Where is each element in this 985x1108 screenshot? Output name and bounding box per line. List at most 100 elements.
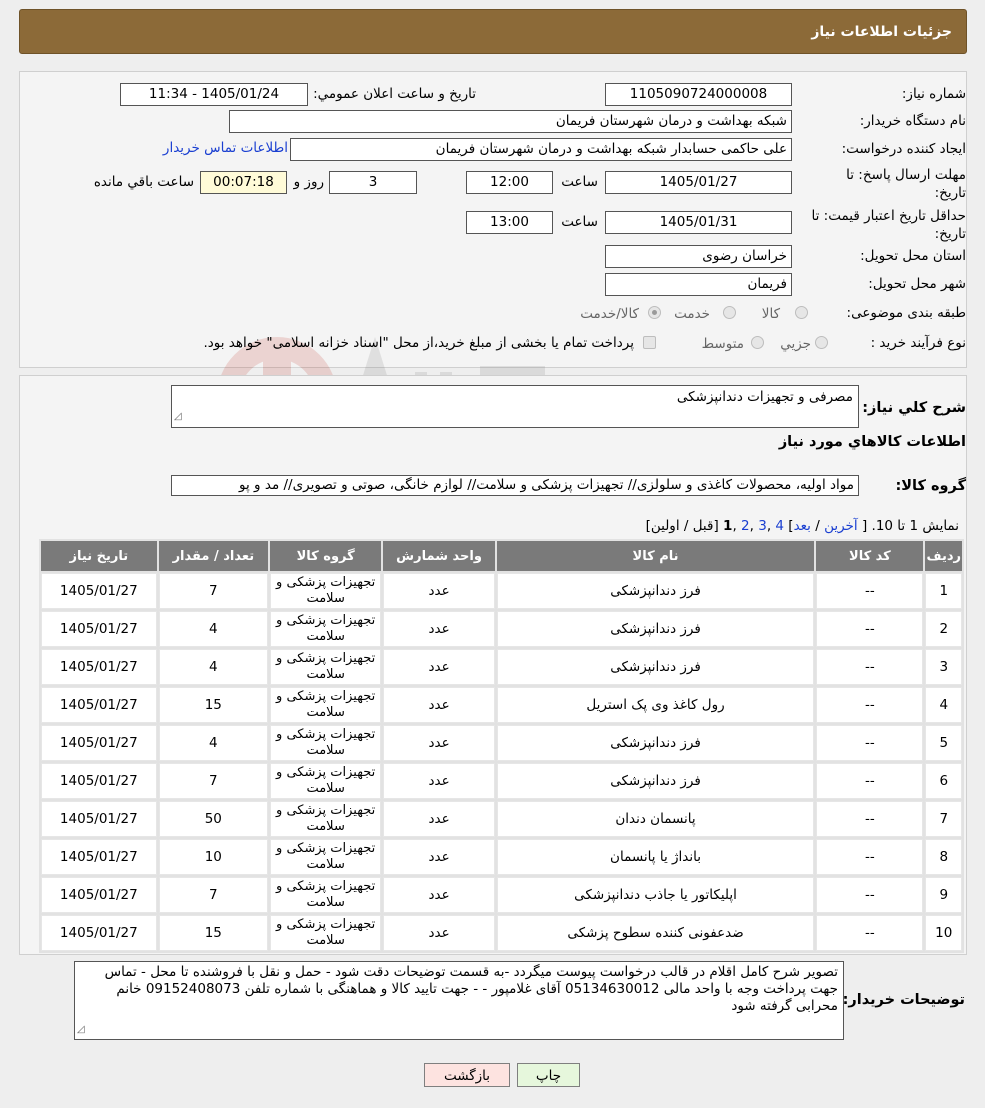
cell-date: 1405/01/27 bbox=[41, 725, 157, 761]
cell-row: 6 bbox=[925, 763, 962, 799]
cell-name: اپلیکاتور یا جاذب دندانپزشکی bbox=[496, 877, 815, 913]
validity-time-label: ساعت bbox=[561, 214, 598, 230]
summary-text: مصرفی و تجهیزات دندانپزشکی bbox=[676, 389, 853, 405]
items-table-header: رديف کد کالا نام کالا واحد شمارش گروه کا… bbox=[41, 541, 962, 571]
cell-code: -- bbox=[816, 725, 924, 761]
validity-date-field: 1405/01/31 bbox=[605, 211, 792, 234]
cell-qty: 15 bbox=[158, 687, 268, 723]
cell-date: 1405/01/27 bbox=[41, 839, 157, 875]
cell-unit: عدد bbox=[383, 611, 495, 647]
pager-open-bracket: [ bbox=[861, 518, 868, 534]
cell-date: 1405/01/27 bbox=[41, 877, 157, 913]
cell-code: -- bbox=[816, 839, 924, 875]
cell-date: 1405/01/27 bbox=[41, 649, 157, 685]
buyer-contact-link[interactable]: اطلاعات تماس خريدار bbox=[163, 140, 288, 156]
items-table-body: 1 -- فرز دندانپزشکی عدد تجهیزات پزشکی و سلام… bbox=[41, 573, 962, 951]
process-note: پرداخت تمام يا بخشی از مبلغ خريد،از محل … bbox=[203, 335, 634, 351]
print-button[interactable]: چاپ bbox=[517, 1063, 580, 1087]
resize-grip-icon: ◿ bbox=[77, 1024, 85, 1035]
cell-code: -- bbox=[816, 611, 924, 647]
category-service-label: خدمت bbox=[674, 306, 710, 322]
cell-qty: 7 bbox=[158, 877, 268, 913]
deadline-time-label: ساعت bbox=[561, 174, 598, 190]
buyer-notes-text: تصویر شرح کامل اقلام در قالب درخواست پیو… bbox=[104, 964, 838, 1014]
cell-qty: 7 bbox=[158, 573, 268, 609]
cell-row: 4 bbox=[925, 687, 962, 723]
cell-unit: عدد bbox=[383, 877, 495, 913]
cell-qty: 10 bbox=[158, 839, 268, 875]
cell-name: ضدعفونی کننده سطوح پزشکی bbox=[496, 915, 815, 951]
deadline-label: مهلت ارسال پاسخ: تا تاريخ: bbox=[818, 166, 966, 202]
validity-label-line1: حداقل تاريخ اعتبار قيمت: تا bbox=[811, 208, 966, 224]
back-button[interactable]: بازگشت bbox=[424, 1063, 510, 1087]
table-row: 2 -- فرز دندانپزشکی عدد تجهیزات پزشکی و سلام… bbox=[41, 611, 962, 647]
need-number-field: 1105090724000008 bbox=[605, 83, 792, 106]
buyer-field: شبکه بهداشت و درمان شهرستان فریمان bbox=[229, 110, 792, 133]
cell-group: تجهیزات پزشکی و سلامت bbox=[269, 877, 382, 913]
remaining-label: ساعت باقي مانده bbox=[93, 174, 194, 190]
cell-group: تجهیزات پزشکی و سلامت bbox=[269, 763, 382, 799]
province-field: خراسان رضوی bbox=[605, 245, 792, 268]
category-label: طبقه بندی موضوعی: bbox=[846, 305, 966, 321]
validity-label-line2: تاريخ: bbox=[934, 226, 966, 242]
category-goods-radio[interactable] bbox=[795, 306, 808, 319]
cell-group: تجهیزات پزشکی و سلامت bbox=[269, 915, 382, 951]
table-row: 10 -- ضدعفونی کننده سطوح پزشکی عدد تجهیزات پ… bbox=[41, 915, 962, 951]
group-field: مواد اولیه، محصولات کاغذی و سلولزی// تجه… bbox=[171, 475, 859, 496]
cell-code: -- bbox=[816, 915, 924, 951]
cell-qty: 4 bbox=[158, 611, 268, 647]
cell-qty: 4 bbox=[158, 649, 268, 685]
cell-group: تجهیزات پزشکی و سلامت bbox=[269, 687, 382, 723]
cell-row: 9 bbox=[925, 877, 962, 913]
items-table: رديف کد کالا نام کالا واحد شمارش گروه کا… bbox=[39, 539, 964, 953]
process-minor-label: جزيي bbox=[780, 336, 811, 352]
table-row: 9 -- اپلیکاتور یا جاذب دندانپزشکی عدد تجهیزا… bbox=[41, 877, 962, 913]
group-label: گروه کالا: bbox=[895, 478, 966, 494]
cell-date: 1405/01/27 bbox=[41, 763, 157, 799]
cell-unit: عدد bbox=[383, 687, 495, 723]
cell-row: 3 bbox=[925, 649, 962, 685]
goods-info-title: اطلاعات کالاهاي مورد نياز bbox=[778, 434, 966, 450]
pager-page-4[interactable]: 4 bbox=[775, 518, 784, 534]
process-medium-radio[interactable] bbox=[751, 336, 764, 349]
pager-page-2[interactable]: 2 bbox=[741, 518, 750, 534]
cell-group: تجهیزات پزشکی و سلامت bbox=[269, 801, 382, 837]
col-header-qty: تعداد / مقدار bbox=[158, 541, 268, 571]
province-label: استان محل تحويل: bbox=[860, 248, 966, 264]
col-header-code: کد کالا bbox=[816, 541, 924, 571]
cell-row: 5 bbox=[925, 725, 962, 761]
cell-code: -- bbox=[816, 763, 924, 799]
cell-row: 8 bbox=[925, 839, 962, 875]
col-header-name: نام کالا bbox=[496, 541, 815, 571]
table-row: 5 -- فرز دندانپزشکی عدد تجهیزات پزشکی و سلام… bbox=[41, 725, 962, 761]
cell-name: رول کاغذ وی پک استریل bbox=[496, 687, 815, 723]
pager-page-1-current: 1 bbox=[723, 518, 733, 534]
col-header-row: رديف bbox=[925, 541, 962, 571]
cell-group: تجهیزات پزشکی و سلامت bbox=[269, 573, 382, 609]
cell-row: 7 bbox=[925, 801, 962, 837]
table-row: 6 -- فرز دندانپزشکی عدد تجهیزات پزشکی و سلام… bbox=[41, 763, 962, 799]
cell-name: بانداژ یا پانسمان bbox=[496, 839, 815, 875]
pager-last-link[interactable]: آخرين bbox=[824, 518, 858, 534]
cell-code: -- bbox=[816, 573, 924, 609]
buyer-notes-textarea[interactable]: تصویر شرح کامل اقلام در قالب درخواست پیو… bbox=[74, 961, 844, 1040]
cell-name: فرز دندانپزشکی bbox=[496, 611, 815, 647]
days-label: روز و bbox=[293, 174, 324, 190]
deadline-time-field: 12:00 bbox=[466, 171, 553, 194]
category-service-radio[interactable] bbox=[723, 306, 736, 319]
category-goods-service-radio[interactable] bbox=[648, 306, 661, 319]
cell-code: -- bbox=[816, 687, 924, 723]
cell-qty: 4 bbox=[158, 725, 268, 761]
cell-group: تجهیزات پزشکی و سلامت bbox=[269, 725, 382, 761]
pager-next-link[interactable]: بعد bbox=[794, 518, 811, 534]
process-note-checkbox[interactable] bbox=[643, 336, 656, 349]
cell-unit: عدد bbox=[383, 763, 495, 799]
cell-date: 1405/01/27 bbox=[41, 801, 157, 837]
process-minor-radio[interactable] bbox=[815, 336, 828, 349]
resize-grip-icon: ◿ bbox=[174, 411, 182, 422]
cell-unit: عدد bbox=[383, 801, 495, 837]
cell-qty: 15 bbox=[158, 915, 268, 951]
cell-unit: عدد bbox=[383, 725, 495, 761]
summary-textarea[interactable]: مصرفی و تجهیزات دندانپزشکی ◿ bbox=[171, 385, 859, 428]
pager-page-3[interactable]: 3 bbox=[758, 518, 767, 534]
